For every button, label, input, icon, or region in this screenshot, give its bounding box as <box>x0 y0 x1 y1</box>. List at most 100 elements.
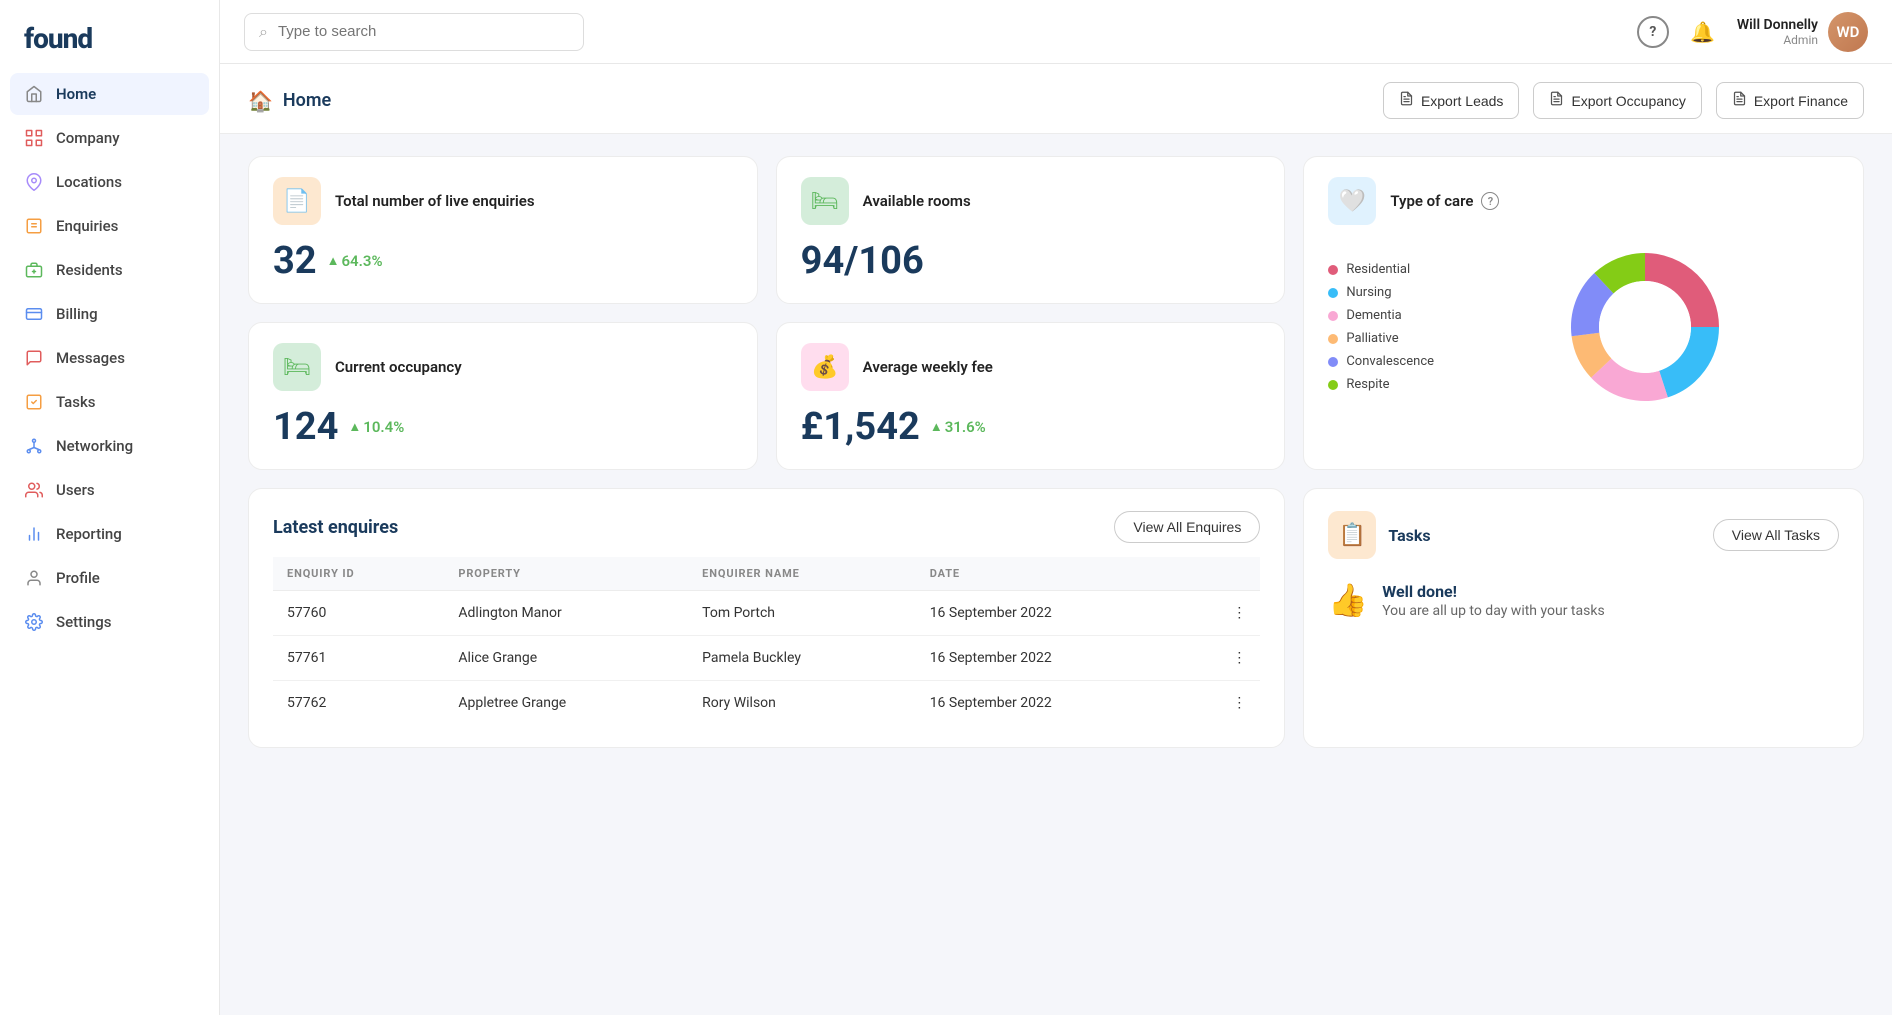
fee-change: 31.6% <box>945 418 986 436</box>
stat-card-fee: 💰 Average weekly fee £1,542 ▲ 31.6% <box>776 322 1286 470</box>
legend-label: Convalescence <box>1346 354 1434 369</box>
legend-dot <box>1328 334 1338 344</box>
sidebar-item-label: Residents <box>56 261 123 279</box>
user-name: Will Donnelly <box>1737 17 1818 33</box>
rooms-stat-title: Available rooms <box>863 192 971 210</box>
enquiry-id: 57760 <box>273 591 444 636</box>
notification-icon[interactable]: 🔔 <box>1687 16 1719 48</box>
care-body: ResidentialNursingDementiaPalliativeConv… <box>1328 247 1839 407</box>
enquiries-stat-title: Total number of live enquiries <box>335 192 535 210</box>
col-header-actions <box>1185 557 1260 591</box>
sidebar-item-profile[interactable]: Profile <box>10 557 209 599</box>
view-all-enquiries-button[interactable]: View All Enquires <box>1114 511 1260 543</box>
sidebar-item-networking[interactable]: Networking <box>10 425 209 467</box>
export-occupancy-label: Export Occupancy <box>1571 93 1685 109</box>
export-leads-button[interactable]: Export Leads <box>1383 82 1520 119</box>
occupancy-number: 124 <box>273 405 338 449</box>
enquiry-date: 16 September 2022 <box>916 591 1185 636</box>
settings-icon <box>24 612 44 632</box>
sidebar-item-locations[interactable]: Locations <box>10 161 209 203</box>
row-menu-button[interactable]: ⋮ <box>1185 636 1260 681</box>
sidebar-item-label: Messages <box>56 349 125 367</box>
enquiries-number: 32 <box>273 239 317 283</box>
row-menu-button[interactable]: ⋮ <box>1185 681 1260 726</box>
legend-label: Palliative <box>1346 331 1398 346</box>
enquiries-header: Latest enquires View All Enquires <box>273 511 1260 543</box>
tasks-thumb-icon: 👍 <box>1328 581 1368 619</box>
enquiries-icon <box>24 216 44 236</box>
legend-dot <box>1328 380 1338 390</box>
stat-card-rooms: 🛏 Available rooms 94/106 <box>776 156 1286 304</box>
export-finance-label: Export Finance <box>1754 93 1848 109</box>
rooms-stat-icon: 🛏 <box>801 177 849 225</box>
view-all-tasks-button[interactable]: View All Tasks <box>1713 519 1839 551</box>
sidebar-item-home[interactable]: Home <box>10 73 209 115</box>
legend-dot <box>1328 357 1338 367</box>
fee-stat-value: £1,542 ▲ 31.6% <box>801 405 1261 449</box>
page-title: 🏠 Home <box>248 89 331 113</box>
user-info[interactable]: Will Donnelly Admin WD <box>1737 12 1868 52</box>
stat-card-enquiries: 📄 Total number of live enquiries 32 ▲ 64… <box>248 156 758 304</box>
col-header-property: PROPERTY <box>444 557 688 591</box>
sidebar-item-users[interactable]: Users <box>10 469 209 511</box>
donut-chart <box>1565 247 1725 407</box>
sidebar-item-tasks[interactable]: Tasks <box>10 381 209 423</box>
care-legend: ResidentialNursingDementiaPalliativeConv… <box>1328 262 1434 392</box>
sidebar-item-label: Company <box>56 129 120 147</box>
sidebar-item-label: Profile <box>56 569 100 587</box>
sidebar-item-enquiries[interactable]: Enquiries <box>10 205 209 247</box>
fee-stat-title: Average weekly fee <box>863 358 993 376</box>
enquiries-stat-icon: 📄 <box>273 177 321 225</box>
topbar-right: ? 🔔 Will Donnelly Admin WD <box>1637 12 1868 52</box>
help-icon[interactable]: ? <box>1637 16 1669 48</box>
locations-icon <box>24 172 44 192</box>
home-icon: 🏠 <box>248 89 273 113</box>
sidebar-item-messages[interactable]: Messages <box>10 337 209 379</box>
col-header-enquiry-id: ENQUIRY ID <box>273 557 444 591</box>
search-input[interactable] <box>278 23 569 40</box>
messages-icon <box>24 348 44 368</box>
tasks-status-message: You are all up to day with your tasks <box>1382 603 1605 619</box>
company-icon <box>24 128 44 148</box>
enquiry-id: 57762 <box>273 681 444 726</box>
sidebar-item-residents[interactable]: Residents <box>10 249 209 291</box>
export-occupancy-icon <box>1549 91 1564 110</box>
legend-item-palliative: Palliative <box>1328 331 1434 346</box>
enquiries-stat-value: 32 ▲ 64.3% <box>273 239 733 283</box>
legend-label: Residential <box>1346 262 1410 277</box>
enquiries-table-head: ENQUIRY IDPROPERTYENQUIRER NAMEDATE <box>273 557 1260 591</box>
enquiry-date: 16 September 2022 <box>916 681 1185 726</box>
legend-dot <box>1328 265 1338 275</box>
sidebar-item-label: Users <box>56 481 95 499</box>
tasks-title: Tasks <box>1388 526 1430 545</box>
search-box[interactable]: ⌕ <box>244 13 584 51</box>
donut-chart-wrap <box>1450 247 1839 407</box>
care-help-icon[interactable]: ? <box>1481 192 1499 210</box>
legend-label: Respite <box>1346 377 1389 392</box>
col-header-enquirer-name: ENQUIRER NAME <box>688 557 916 591</box>
export-occupancy-button[interactable]: Export Occupancy <box>1533 82 1701 119</box>
occupancy-badge: ▲ 10.4% <box>348 418 404 436</box>
sidebar-item-reporting[interactable]: Reporting <box>10 513 209 555</box>
care-title: Type of care ? <box>1390 192 1499 210</box>
enquiry-name: Tom Portch <box>688 591 916 636</box>
enquiries-arrow: ▲ <box>327 253 340 269</box>
care-title-text: Type of care <box>1390 192 1473 210</box>
sidebar-item-billing[interactable]: Billing <box>10 293 209 335</box>
search-icon: ⌕ <box>259 22 268 42</box>
tasks-header: 📋 Tasks View All Tasks <box>1328 511 1839 559</box>
sidebar: found Home Company Locations Enquiries R… <box>0 0 220 1015</box>
care-type-card: 🤍 Type of care ? ResidentialNursingDemen… <box>1303 156 1864 470</box>
row-menu-button[interactable]: ⋮ <box>1185 591 1260 636</box>
sidebar-item-company[interactable]: Company <box>10 117 209 159</box>
sidebar-item-settings[interactable]: Settings <box>10 601 209 643</box>
enquiries-section-title: Latest enquires <box>273 517 398 538</box>
user-text: Will Donnelly Admin <box>1737 17 1818 47</box>
occupancy-stat-value: 124 ▲ 10.4% <box>273 405 733 449</box>
tasks-status-title: Well done! <box>1382 582 1605 601</box>
legend-item-nursing: Nursing <box>1328 285 1434 300</box>
export-finance-button[interactable]: Export Finance <box>1716 82 1864 119</box>
legend-label: Nursing <box>1346 285 1391 300</box>
sidebar-item-label: Enquiries <box>56 217 118 235</box>
enquiries-section: Latest enquires View All Enquires ENQUIR… <box>248 488 1285 748</box>
